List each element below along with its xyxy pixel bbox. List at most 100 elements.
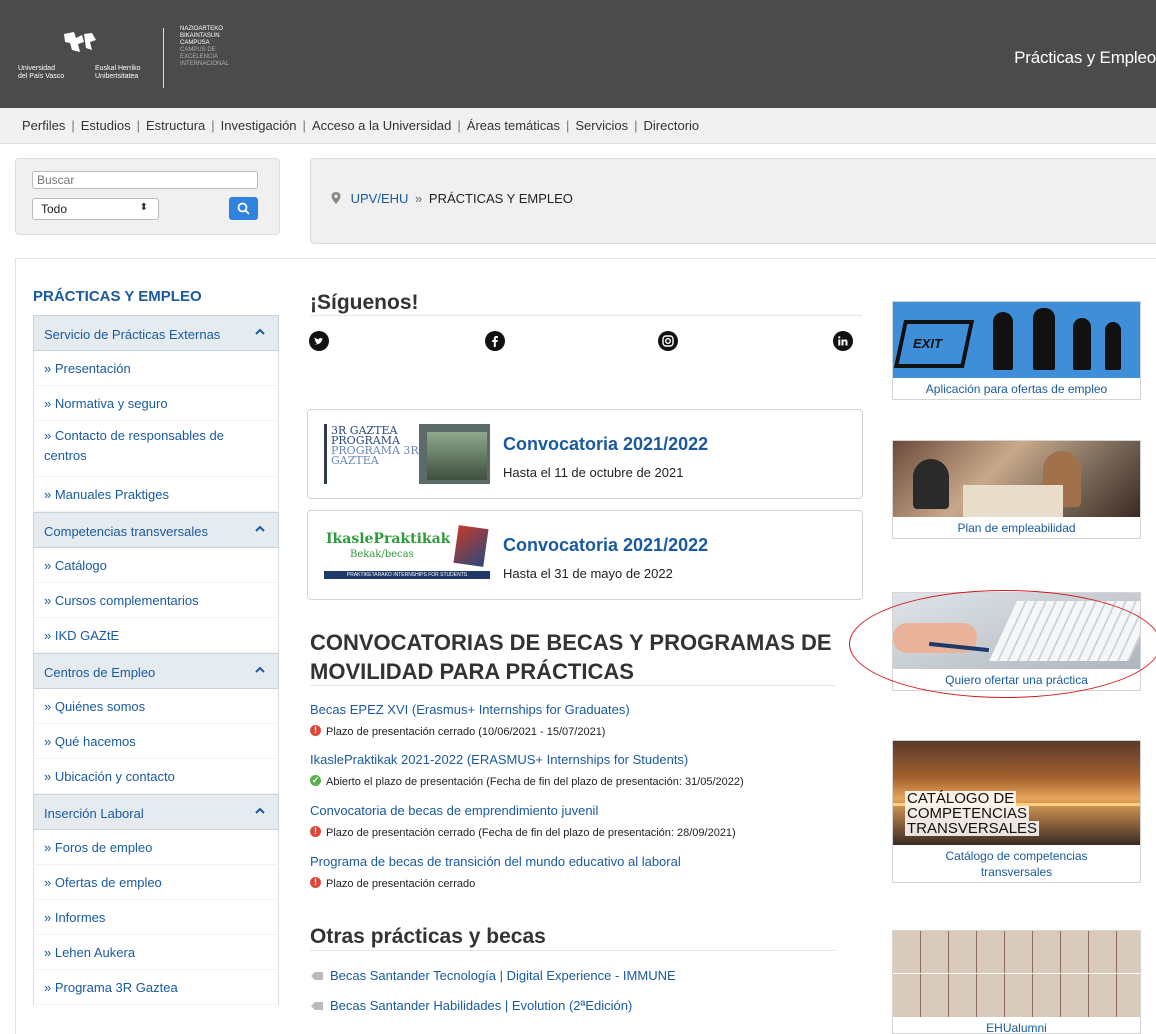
sidebar-item-catalogo[interactable]: » Catálogo [33,548,279,583]
sidebar-item-ikd-gazte[interactable]: » IKD GAZtE [33,618,279,653]
breadcrumb-home-link[interactable]: UPV/EHU [351,191,409,206]
catalogo-image: CATÁLOGO DE COMPETENCIAS TRANSVERSALES [893,741,1140,845]
convocatoria-status: ✓ Abierto el plazo de presentación (Fecha… [310,775,744,788]
divider [310,315,862,316]
promo-card-plan-empleabilidad[interactable]: Plan de empleabilidad [892,440,1141,539]
sidebar-section-label: Servicio de Prácticas Externas [44,327,221,342]
sidebar-item-cursos[interactable]: » Cursos complementarios [33,583,279,618]
status-text: Plazo de presentación cerrado [326,878,476,890]
image-text: EXIT [913,336,942,351]
promo-caption[interactable]: Aplicación para ofertas de empleo [893,378,1140,399]
image-text: TRANSVERSALES [905,820,1040,837]
status-text: Plazo de presentación cerrado (Fecha de … [326,827,736,839]
status-text: Plazo de presentación cerrado (10/06/202… [326,726,606,738]
follow-title: ¡Síguenos! [310,291,419,314]
card-subtitle: Hasta el 11 de octubre de 2021 [503,465,684,480]
promo-caption[interactable]: Catálogo de competencias transversales [893,845,1140,882]
nav-servicios[interactable]: Servicios [575,118,628,133]
card-thumbnail-3r-gaztea: 3R GAZTEA PROGRAMA PROGRAMA 3R GAZTEA [324,424,490,484]
nav-directorio[interactable]: Directorio [644,118,700,133]
convocatoria-status: ! Plazo de presentación cerrado [310,877,475,890]
tag-icon [311,1002,323,1010]
search-scope-value: Todo [41,202,68,216]
convocatoria-card-3r-gaztea[interactable]: 3R GAZTEA PROGRAMA PROGRAMA 3R GAZTEA Co… [307,409,863,499]
otras-link-tecnologia[interactable]: Becas Santander Tecnología | Digital Exp… [310,968,676,983]
instagram-icon[interactable] [658,331,678,351]
breadcrumb-separator: » [415,191,423,206]
promo-card-ehualumni[interactable]: EHUalumni [892,930,1141,1034]
nav-estudios[interactable]: Estudios [81,118,131,133]
sidebar-item-manuales[interactable]: » Manuales Praktiges [33,477,279,512]
sidebar-item-foros[interactable]: » Foros de empleo [33,830,279,865]
nav-separator: | [71,118,75,133]
chevron-up-icon [255,328,265,335]
logo-text-eu: Euskal Herriko Unibertsitatea [95,65,141,80]
otras-link-habilidades[interactable]: Becas Santander Habilidades | Evolution … [310,998,632,1013]
sidebar-item-que-hacemos[interactable]: » Qué hacemos [33,724,279,759]
logo-divider [163,28,164,88]
nav-acceso[interactable]: Acceso a la Universidad [312,118,451,133]
search-button[interactable] [229,197,258,220]
search-panel: Todo ⬍ [15,158,280,235]
convocatoria-link-ikaslepraktikak[interactable]: IkaslePraktikak 2021-2022 (ERASMUS+ Inte… [310,752,688,767]
nav-estructura[interactable]: Estructura [146,118,205,133]
sidebar-item-presentacion[interactable]: » Presentación [33,351,279,386]
thumb-text: Bekak/becas [350,549,414,560]
search-icon [237,202,250,215]
search-input[interactable] [32,171,258,189]
thumb-text: PRAKTIKETARAKO INTERNSHIPS FOR STUDENTS [324,571,490,579]
nav-separator: | [457,118,461,133]
image-text: CATÁLOGO DE [905,790,1017,807]
search-scope-select[interactable]: Todo ⬍ [32,198,159,220]
sidebar-section-label: Competencias transversales [44,524,209,539]
promo-caption[interactable]: EHUalumni [893,1017,1140,1034]
convocatorias-title: CONVOCATORIAS DE BECAS Y PROGRAMAS DE MO… [310,630,832,684]
convocatoria-link-epez[interactable]: Becas EPEZ XVI (Erasmus+ Internships for… [310,702,630,717]
sidebar-section-centros-empleo[interactable]: Centros de Empleo [33,653,279,689]
chevron-up-icon [255,666,265,673]
card-title[interactable]: Convocatoria 2021/2022 [503,535,708,556]
card-subtitle: Hasta el 31 de mayo de 2022 [503,566,673,581]
promo-caption[interactable]: Plan de empleabilidad [893,517,1140,538]
logo-text-es: Universidad del País Vasco [18,65,65,80]
sidebar-item-ofertas[interactable]: » Ofertas de empleo [33,865,279,900]
nav-separator: | [566,118,570,133]
sidebar-section-label: Centros de Empleo [44,665,156,680]
sidebar-item-quienes-somos[interactable]: » Quiénes somos [33,689,279,724]
sidebar-section-servicio-practicas[interactable]: Servicio de Prácticas Externas [33,315,279,351]
sidebar-section-competencias[interactable]: Competencias transversales [33,512,279,548]
check-icon: ✓ [310,775,321,786]
divider [310,950,835,951]
promo-card-catalogo-competencias[interactable]: CATÁLOGO DE COMPETENCIAS TRANSVERSALES C… [892,740,1141,883]
nav-investigacion[interactable]: Investigación [221,118,297,133]
nav-areas-tematicas[interactable]: Áreas temáticas [467,118,560,133]
convocatoria-link-emprendimiento[interactable]: Convocatoria de becas de emprendimiento … [310,803,598,818]
chevron-up-icon [255,525,265,532]
sidebar-title[interactable]: PRÁCTICAS Y EMPLEO [33,288,202,305]
nav-perfiles[interactable]: Perfiles [22,118,65,133]
select-arrows-icon: ⬍ [139,202,148,213]
sidebar-item-informes[interactable]: » Informes [33,900,279,935]
sidebar-item-programa-3r[interactable]: » Programa 3R Gaztea [33,970,279,1005]
university-logo-icon[interactable] [62,30,98,56]
campus-excellence-text: NAZIOARTEKO BIKAINTASUN CAMPUSA CAMPUS D… [180,26,229,67]
sidebar-item-lehen-aukera[interactable]: » Lehen Aukera [33,935,279,970]
convocatoria-card-ikaslepraktikak[interactable]: IkaslePraktikak Bekak/becas PRAKTIKETARA… [307,510,863,600]
facebook-icon[interactable] [485,331,505,351]
convocatoria-status: ! Plazo de presentación cerrado (10/06/20… [310,725,605,738]
sidebar-item-normativa[interactable]: » Normativa y seguro [33,386,279,421]
promo-card-ofertas-empleo[interactable]: EXIT Aplicación para ofertas de empleo [892,301,1141,400]
card-title[interactable]: Convocatoria 2021/2022 [503,434,708,455]
twitter-icon[interactable] [309,331,329,351]
linkedin-icon[interactable] [833,331,853,351]
site-title[interactable]: Prácticas y Empleo [1014,48,1156,68]
divider [310,685,835,686]
status-text: Abierto el plazo de presentación (Fecha … [326,776,744,788]
sidebar-item-ubicacion[interactable]: » Ubicación y contacto [33,759,279,794]
otras-practicas-title: Otras prácticas y becas [310,925,546,948]
convocatoria-link-transicion[interactable]: Programa de becas de transición del mund… [310,854,681,869]
exit-sign-image: EXIT [893,302,1140,378]
sidebar-section-insercion-laboral[interactable]: Inserción Laboral [33,794,279,830]
link-text: Becas Santander Habilidades | Evolution … [330,998,633,1013]
sidebar-item-contacto-responsables[interactable]: » Contacto de responsables de centros [33,421,279,477]
